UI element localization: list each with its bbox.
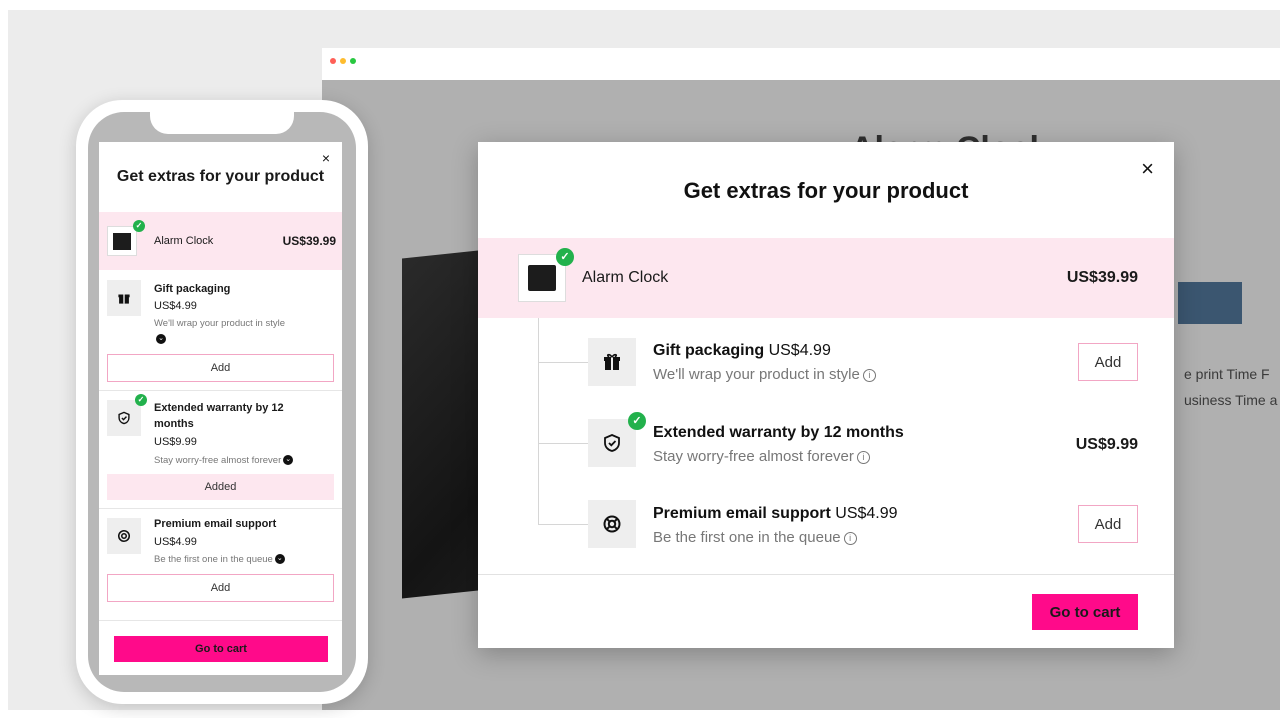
- go-to-cart-button[interactable]: Go to cart: [114, 636, 328, 662]
- check-icon: ✓: [135, 394, 147, 406]
- add-gift-packaging-button[interactable]: Add: [1078, 343, 1138, 381]
- addon-description-text: We'll wrap your product in style: [653, 366, 860, 383]
- check-icon: ✓: [133, 220, 145, 232]
- phone-mockup: × Get extras for your product ✓ Alarm Cl…: [76, 100, 368, 704]
- stage-background: Alarm Clock e print Time F usiness Time …: [8, 10, 1280, 710]
- product-thumbnail: [107, 226, 137, 256]
- addon-description: Stay worry-free almost forever ⌄: [154, 455, 294, 466]
- product-name: Alarm Clock: [582, 269, 669, 286]
- modal-title: Get extras for your product: [116, 168, 325, 185]
- addon-title: Gift packaging US$4.99: [653, 342, 831, 360]
- divider: [99, 390, 342, 391]
- added-warranty-button[interactable]: Added: [107, 474, 334, 500]
- product-name: Alarm Clock: [154, 235, 214, 247]
- modal-title: Get extras for your product: [683, 178, 969, 203]
- gift-icon: [588, 338, 636, 386]
- go-to-cart-button[interactable]: Go to cart: [1032, 594, 1138, 630]
- chevron-down-icon[interactable]: ⌄: [156, 334, 166, 344]
- addon-description: We'll wrap your product in style: [154, 318, 285, 329]
- addon-price: US$9.99: [154, 436, 197, 448]
- addon-description-text: Be the first one in the queue: [653, 529, 841, 546]
- gift-icon: [107, 280, 141, 316]
- addon-name: Gift packaging: [653, 342, 765, 359]
- window-maximize-dot[interactable]: [350, 58, 356, 64]
- lifebuoy-icon: [107, 518, 141, 554]
- divider: [99, 620, 342, 621]
- chevron-down-icon[interactable]: ⌄: [274, 554, 285, 565]
- addon-price: US$4.99: [154, 300, 197, 312]
- addon-price: US$4.99: [768, 342, 831, 359]
- window-minimize-dot[interactable]: [340, 58, 346, 64]
- phone-notch: [150, 112, 294, 134]
- addon-description: Be the first one in the queue i: [653, 529, 857, 546]
- background-description-line: e print Time F: [1184, 366, 1270, 382]
- addon-description-text: Stay worry-free almost forever: [653, 448, 854, 465]
- alarm-clock-image: [113, 232, 131, 250]
- window-close-dot[interactable]: [330, 58, 336, 64]
- background-add-to-cart-button: [1178, 282, 1242, 324]
- addon-title: Premium email support US$4.99: [653, 505, 898, 523]
- addon-name-text: Extended warranty by 12 months: [653, 424, 904, 441]
- tree-connector: [538, 318, 539, 524]
- addon-price: US$9.99: [1075, 436, 1138, 453]
- info-icon[interactable]: i: [843, 531, 857, 545]
- tree-connector: [538, 524, 588, 525]
- info-icon[interactable]: i: [856, 450, 870, 464]
- phone-screen: × Get extras for your product ✓ Alarm Cl…: [99, 142, 342, 675]
- product-price: US$39.99: [282, 234, 336, 248]
- addon-name: Extended warranty by 12 months: [154, 402, 284, 430]
- addon-name: Gift packaging: [154, 283, 231, 295]
- add-email-support-button[interactable]: Add: [107, 574, 334, 602]
- add-gift-packaging-button[interactable]: Add: [107, 354, 334, 382]
- addon-name: Premium email support: [154, 518, 277, 530]
- divider: [99, 508, 342, 509]
- chevron-down-icon[interactable]: ⌄: [283, 455, 294, 466]
- info-icon[interactable]: i: [862, 368, 876, 382]
- addon-name: Extended warranty by 12 months: [653, 424, 904, 442]
- tree-connector: [538, 362, 588, 363]
- addon-price: US$4.99: [835, 505, 898, 522]
- addon-description: Be the first one in the queue ⌄: [154, 554, 285, 565]
- check-icon: ✓: [556, 248, 574, 266]
- phone-screen-frame: × Get extras for your product ✓ Alarm Cl…: [88, 112, 356, 692]
- main-product-row: ✓ Alarm Clock US$39.99: [99, 212, 342, 270]
- modal-close-button[interactable]: ×: [322, 150, 330, 166]
- browser-toolbar: [322, 48, 1280, 80]
- modal-footer-divider: [478, 574, 1174, 575]
- addon-description: We'll wrap your product in style i: [653, 366, 876, 383]
- main-product-row: ✓ Alarm Clock US$39.99: [478, 238, 1174, 318]
- addon-name: Premium email support: [653, 505, 831, 522]
- lifebuoy-icon: [588, 500, 636, 548]
- addon-description-text: Stay worry-free almost forever: [154, 455, 282, 466]
- background-description-line: usiness Time a: [1184, 392, 1278, 408]
- add-email-support-button[interactable]: Add: [1078, 505, 1138, 543]
- check-icon: ✓: [628, 412, 646, 430]
- shield-check-icon: [107, 400, 141, 436]
- extras-modal: × Get extras for your product ✓ Alarm Cl…: [478, 142, 1174, 648]
- tree-connector: [538, 443, 588, 444]
- addon-description-text: Be the first one in the queue: [154, 554, 273, 565]
- addon-price: US$4.99: [154, 536, 197, 548]
- alarm-clock-image: [528, 265, 556, 291]
- product-price: US$39.99: [1066, 269, 1138, 286]
- addon-description: Stay worry-free almost forever i: [653, 448, 870, 465]
